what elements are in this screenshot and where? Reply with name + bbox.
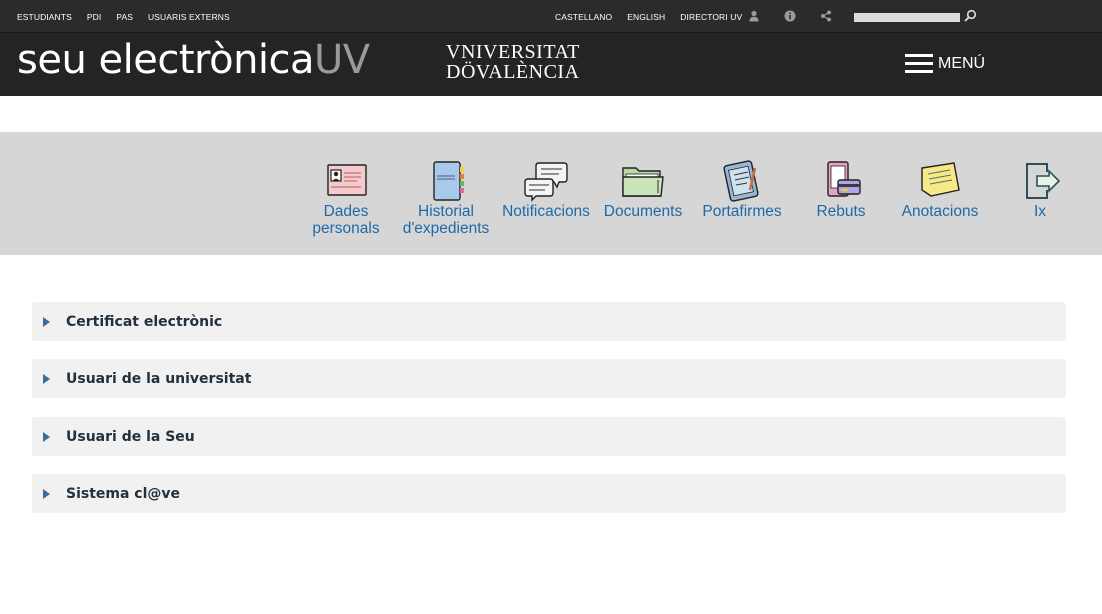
app-label: Rebuts [816, 203, 866, 220]
link-pdi[interactable]: PDI [87, 12, 101, 22]
link-directori-uv[interactable]: DIRECTORI UV [680, 12, 742, 22]
app-label: Notificacions [502, 203, 590, 220]
link-pas[interactable]: PAS [116, 12, 133, 22]
logo-main-text: seu electrònica [17, 37, 315, 83]
brand-header: seu electrònicaUV VNIVERSITAT DÖVALÈNCIA… [0, 33, 1102, 96]
search-icon[interactable] [963, 9, 977, 23]
search-input[interactable] [854, 13, 960, 22]
receipt-card-icon [827, 161, 861, 197]
info-icon[interactable] [783, 9, 797, 23]
app-ix[interactable]: Ix [990, 160, 1090, 220]
language-links: CASTELLANO ENGLISH DIRECTORI UV [555, 12, 757, 22]
app-label: Historial d'expedients [402, 203, 490, 237]
expand-arrow-icon [43, 316, 50, 327]
accordion-usuari-seu[interactable]: Usuari de la Seu [32, 417, 1066, 456]
user-icon[interactable] [747, 9, 761, 23]
services-strip: Dades personals Historial d'expedients N… [0, 132, 1102, 255]
university-name-line2: DÖVALÈNCIA [446, 61, 580, 83]
logout-icon [1026, 163, 1061, 199]
accordion-usuari-universitat[interactable]: Usuari de la universitat [32, 359, 1066, 398]
app-rebuts[interactable]: Rebuts [791, 160, 891, 220]
hamburger-icon [905, 54, 933, 74]
accordion-title: Usuari de la Seu [66, 428, 195, 445]
app-label: Portafirmes [702, 203, 782, 220]
seu-electronica-logo[interactable]: seu electrònicaUV [17, 37, 370, 83]
chat-bubbles-icon [524, 162, 568, 202]
audience-links: ESTUDIANTS PDI PAS USUARIS EXTERNS [17, 12, 245, 22]
id-card-icon [327, 164, 367, 196]
app-label: Dades personals [312, 203, 380, 237]
notebook-icon [433, 161, 464, 201]
expand-arrow-icon [43, 431, 50, 442]
link-usuaris-externs[interactable]: USUARIS EXTERNS [148, 12, 230, 22]
app-dades-personals[interactable]: Dades personals [296, 160, 396, 237]
sticky-note-icon [921, 162, 960, 197]
app-documents[interactable]: Documents [593, 160, 693, 220]
menu-label: MENÚ [938, 55, 986, 72]
accordion-title: Usuari de la universitat [66, 370, 252, 387]
top-utility-bar: ESTUDIANTS PDI PAS USUARIS EXTERNS CASTE… [0, 0, 1102, 33]
link-english[interactable]: ENGLISH [627, 12, 665, 22]
accordion-title: Certificat electrònic [66, 313, 223, 330]
app-anotacions[interactable]: Anotacions [890, 160, 990, 220]
accordion-title: Sistema cl@ve [66, 485, 181, 502]
tablet-pen-icon [723, 160, 759, 202]
link-estudiants[interactable]: ESTUDIANTS [17, 12, 72, 22]
app-label: Anotacions [901, 203, 979, 220]
app-notificacions[interactable]: Notificacions [496, 160, 596, 220]
universitat-valencia-logo[interactable]: VNIVERSITAT DÖVALÈNCIA [444, 41, 579, 83]
app-label: Documents [603, 203, 683, 220]
accordion-certificat-electronic[interactable]: Certificat electrònic [32, 302, 1066, 341]
menu-button[interactable]: MENÚ [905, 54, 985, 74]
accordion-sistema-clave[interactable]: Sistema cl@ve [32, 474, 1066, 513]
link-castellano[interactable]: CASTELLANO [555, 12, 612, 22]
logo-uv-text: UV [314, 37, 370, 83]
share-icon[interactable] [819, 9, 833, 23]
app-portafirmes[interactable]: Portafirmes [692, 160, 792, 220]
app-historial-expedients[interactable]: Historial d'expedients [396, 160, 496, 237]
expand-arrow-icon [43, 488, 50, 499]
folder-icon [622, 167, 664, 197]
app-label: Ix [1033, 203, 1047, 220]
expand-arrow-icon [43, 373, 50, 384]
